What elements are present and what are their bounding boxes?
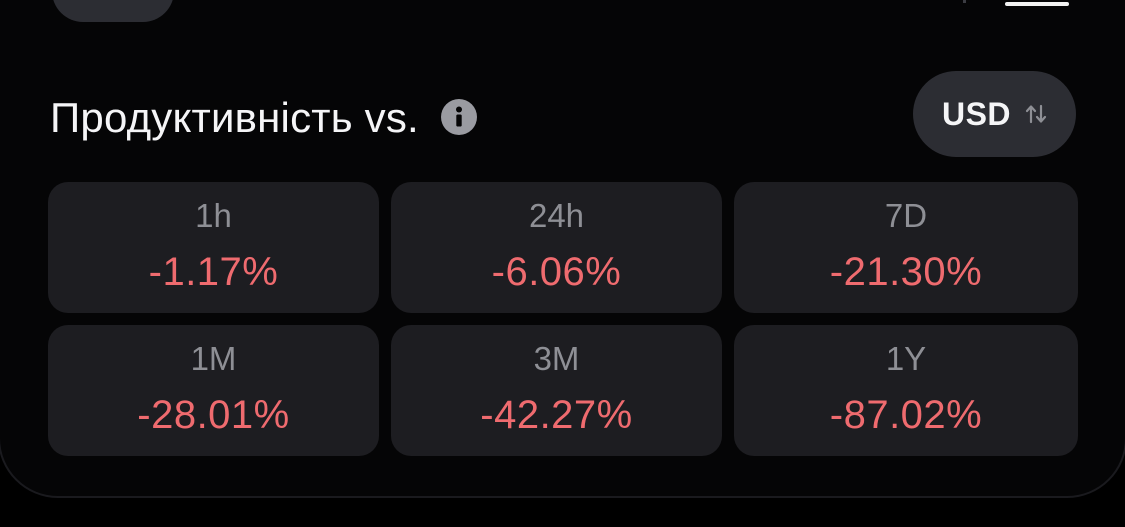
menu-bar-icon[interactable] — [1005, 2, 1069, 6]
section-title: Продуктивність vs. — [50, 94, 419, 141]
currency-toggle-button[interactable]: USD — [913, 71, 1076, 157]
period-label: 1h — [195, 196, 232, 234]
performance-header: Продуктивність vs. — [50, 90, 477, 146]
change-value: -87.02% — [829, 392, 983, 437]
performance-cell-1y: 1Y -87.02% — [734, 325, 1078, 456]
change-value: -28.01% — [137, 392, 290, 437]
performance-cell-3m: 3M -42.27% — [391, 325, 722, 456]
change-value: -1.17% — [148, 249, 279, 294]
currency-label: USD — [941, 95, 1012, 132]
top-divider — [963, 0, 966, 3]
change-value: -21.30% — [829, 249, 983, 294]
period-label: 1Y — [885, 339, 927, 377]
period-label: 7D — [884, 196, 928, 234]
info-icon[interactable] — [440, 99, 477, 135]
top-pill-button[interactable] — [52, 0, 174, 22]
performance-cell-7d: 7D -21.30% — [734, 182, 1078, 313]
swap-arrows-icon — [1025, 103, 1047, 125]
period-label: 3M — [533, 339, 580, 377]
period-label: 1M — [190, 339, 237, 377]
performance-grid: 1h -1.17% 24h -6.06% 7D -21.30% 1M -28.0… — [48, 182, 1078, 456]
performance-cell-24h: 24h -6.06% — [391, 182, 722, 313]
change-value: -42.27% — [480, 392, 633, 437]
period-label: 24h — [528, 196, 585, 234]
change-value: -6.06% — [491, 249, 622, 294]
performance-cell-1m: 1M -28.01% — [48, 325, 379, 456]
performance-cell-1h: 1h -1.17% — [48, 182, 379, 313]
